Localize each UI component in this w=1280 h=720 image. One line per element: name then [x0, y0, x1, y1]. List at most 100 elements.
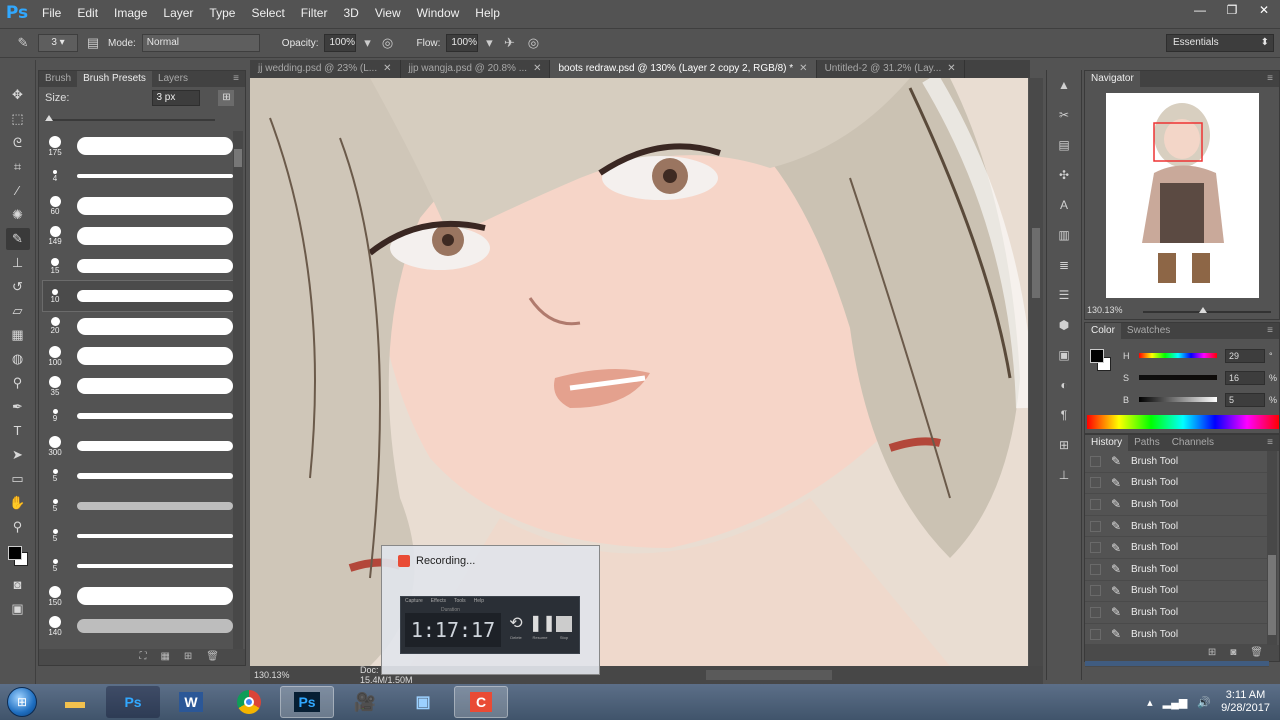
mode-dropdown[interactable]: Normal	[141, 34, 260, 52]
channel-value-input[interactable]: 5	[1225, 393, 1265, 407]
hand-tool-icon[interactable]: ✋	[6, 492, 30, 514]
menu-view[interactable]: View	[367, 0, 409, 26]
brush-preset-item[interactable]: 5	[43, 461, 233, 491]
brush-preset-item[interactable]: 5	[43, 491, 233, 521]
new-preset-icon[interactable]: ⊞	[184, 649, 192, 665]
tools-icon[interactable]: ✂	[1052, 104, 1076, 126]
styles-icon[interactable]: ◐	[1052, 374, 1076, 396]
brush-preset-item[interactable]: 20	[43, 311, 233, 341]
brush-preset-item[interactable]: 5	[43, 551, 233, 581]
workspace-dropdown[interactable]: Essentials ⬍	[1166, 34, 1274, 52]
zoom-tool-icon[interactable]: ⚲	[6, 516, 30, 538]
brush-panel-toggle-icon[interactable]: ▤	[84, 34, 102, 52]
move-tool-icon[interactable]: ✥	[6, 84, 30, 106]
snapshot-source-checkbox[interactable]	[1090, 606, 1101, 618]
snapshot-source-checkbox[interactable]	[1090, 563, 1101, 575]
brush-preset-item[interactable]: 100	[43, 341, 233, 371]
tab-layers[interactable]: Layers	[152, 71, 194, 87]
file-explorer-icon[interactable]: ▬	[48, 686, 102, 718]
snapshot-source-checkbox[interactable]	[1090, 498, 1101, 510]
brush-size-picker[interactable]: 3 ▾	[38, 34, 78, 52]
menu-image[interactable]: Image	[106, 0, 155, 26]
recorder-menu-tools[interactable]: Tools	[454, 597, 466, 606]
snapshot-source-checkbox[interactable]	[1090, 455, 1101, 467]
close-button[interactable]: ✕	[1248, 0, 1280, 22]
create-preset-icon[interactable]: ⊞	[218, 90, 235, 106]
history-state[interactable]: ✎ Brush Tool	[1085, 559, 1269, 581]
clone-source-icon[interactable]: ✣	[1052, 164, 1076, 186]
channel-slider[interactable]	[1139, 353, 1217, 358]
distribute-icon[interactable]: ⊥	[1052, 464, 1076, 486]
show-hidden-icons-icon[interactable]: ▴	[1147, 696, 1153, 709]
character-icon[interactable]: A	[1052, 194, 1076, 216]
navigator-thumbnail[interactable]	[1106, 93, 1259, 298]
canvas[interactable]	[250, 78, 1028, 666]
foreground-color-swatch[interactable]	[8, 546, 22, 560]
blur-tool-icon[interactable]: ◍	[6, 348, 30, 370]
scrollbar-thumb[interactable]	[234, 149, 242, 167]
doc-tab-boots-redraw[interactable]: boots redraw.psd @ 130% (Layer 2 copy 2,…	[550, 60, 817, 78]
channel-value-input[interactable]: 16	[1225, 371, 1265, 385]
history-state[interactable]: ✎ Brush Tool	[1085, 451, 1269, 473]
trash-icon[interactable]: 🗑	[206, 649, 219, 665]
eyedropper-tool-icon[interactable]: ⁄	[6, 180, 30, 202]
panel-menu-icon[interactable]: ≡	[1261, 71, 1279, 87]
canvas-vertical-scrollbar[interactable]	[1029, 78, 1043, 666]
paragraph-icon[interactable]: ¶	[1052, 404, 1076, 426]
menu-filter[interactable]: Filter	[293, 0, 336, 26]
panel-menu-icon[interactable]: ≡	[227, 71, 245, 87]
menu-type[interactable]: Type	[201, 0, 243, 26]
quick-mask-icon[interactable]: ◙	[6, 574, 30, 596]
screen-mode-icon[interactable]: ▣	[6, 598, 30, 620]
dodge-tool-icon[interactable]: ⚲	[6, 372, 30, 394]
color-swatches[interactable]	[6, 542, 35, 572]
brush-preset-item[interactable]: 10	[42, 280, 234, 312]
marquee-tool-icon[interactable]: ⬚	[6, 108, 30, 130]
zoom-level[interactable]: 130.13%	[250, 670, 300, 680]
size-input[interactable]: 3 px	[152, 90, 201, 106]
menu-layer[interactable]: Layer	[155, 0, 201, 26]
history-brush-tool-icon[interactable]: ↺	[6, 276, 30, 298]
flow-dropdown-icon[interactable]: ▾	[484, 34, 494, 52]
menu-3d[interactable]: 3D	[335, 0, 366, 26]
snapshot-source-checkbox[interactable]	[1090, 542, 1101, 554]
snapshot-icon[interactable]: ◙	[1230, 645, 1236, 661]
network-icon[interactable]: ▂▄▆	[1163, 696, 1188, 709]
tab-navigator[interactable]: Navigator	[1085, 71, 1140, 87]
brush-preset-item[interactable]: 149	[43, 221, 233, 251]
snapshot-source-checkbox[interactable]	[1090, 585, 1101, 597]
opacity-dropdown-icon[interactable]: ▾	[362, 34, 372, 52]
channel-value-input[interactable]: 29	[1225, 349, 1265, 363]
snapshot-source-checkbox[interactable]	[1090, 628, 1101, 640]
start-button[interactable]: ⊞	[0, 684, 44, 720]
brush-preset-item[interactable]: 140	[43, 611, 233, 641]
toggle-brush-panel-icon[interactable]: ⛶	[139, 649, 146, 665]
brush-preset-item[interactable]: 5	[43, 521, 233, 551]
rectangle-tool-icon[interactable]: ▭	[6, 468, 30, 490]
brush-preset-item[interactable]: 300	[43, 431, 233, 461]
brush-tool-icon[interactable]: ✎	[5, 228, 30, 250]
recorder-menu-help[interactable]: Help	[474, 597, 484, 606]
properties-icon[interactable]: ≣	[1052, 254, 1076, 276]
eraser-tool-icon[interactable]: ▱	[6, 300, 30, 322]
history-state[interactable]: ✎ Brush Tool	[1085, 537, 1269, 559]
tab-color[interactable]: Color	[1085, 323, 1121, 339]
display-settings-icon[interactable]: ▣	[396, 686, 450, 718]
minimize-button[interactable]: —	[1184, 0, 1216, 22]
snapshot-source-checkbox[interactable]	[1090, 477, 1101, 489]
resume-button[interactable]: ❚❚ Resume	[529, 613, 556, 640]
history-state[interactable]: ✎ Brush Tool	[1085, 494, 1269, 516]
restore-button[interactable]: ❐	[1216, 0, 1248, 22]
path-selection-tool-icon[interactable]: ➤	[6, 444, 30, 466]
clock[interactable]: 3:11 AM 9/28/2017	[1221, 689, 1270, 715]
flow-input[interactable]: 100%	[446, 34, 479, 52]
foreground-color-swatch[interactable]	[1090, 349, 1104, 363]
close-tab-icon[interactable]: ✕	[383, 63, 391, 74]
crop-tool-icon[interactable]: ⌗	[6, 156, 30, 178]
close-tab-icon[interactable]: ✕	[533, 63, 541, 74]
history-scrollbar[interactable]	[1267, 451, 1277, 645]
gradient-tool-icon[interactable]: ▦	[6, 324, 30, 346]
navigator-zoom-slider[interactable]	[1143, 307, 1271, 313]
camtasia-recorder-icon[interactable]: 🎥	[338, 686, 392, 718]
channel-slider[interactable]	[1139, 375, 1217, 380]
